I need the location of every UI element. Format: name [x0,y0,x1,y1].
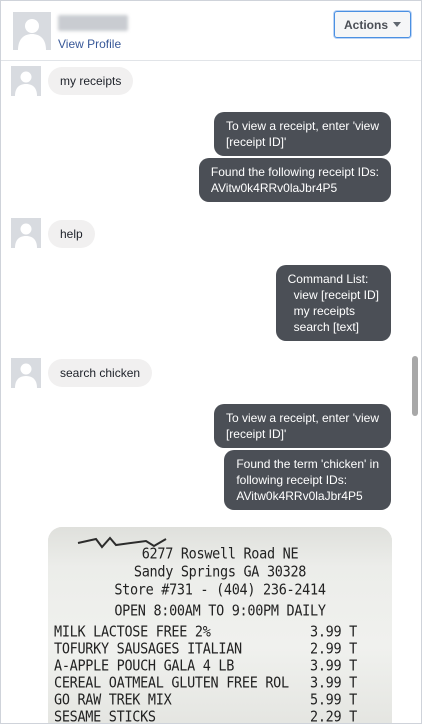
user-avatar [11,218,41,248]
message-list[interactable]: my receipts To view a receipt, enter 'vi… [1,61,411,724]
chevron-down-icon [393,22,401,27]
bot-message-line: AVitw0k4RRv0laJbr4P5 [236,489,363,503]
receipt-city: Sandy Springs GA 30328 [133,563,307,581]
receipt-item-price: 2.29 T [310,708,357,724]
bot-message-line: To view a receipt, enter 'view [225,119,379,133]
bot-message-line: To view a receipt, enter 'view [225,411,379,425]
receipt-image[interactable]: 6277 Roswell Road NE Sandy Springs GA 30… [48,527,392,724]
receipt-item-name: GO RAW TREK MIX [54,691,172,709]
receipt-item-name: MILK LACTOSE FREE 2% [54,623,211,641]
scrollbar-thumb[interactable] [412,356,418,416]
view-profile-link[interactable]: View Profile [58,37,121,51]
default-user-icon [11,66,41,96]
profile-avatar[interactable] [13,12,51,50]
receipt-item-name: CEREAL OATMEAL GLUTEN FREE ROL [54,674,289,692]
receipt-address: 6277 Roswell Road NE [141,545,299,563]
bot-message-line: view [receipt ID] [293,288,379,302]
bot-message-line: Found the following receipt IDs: [210,165,379,179]
receipt-store: Store #731 - (404) 236-2414 [114,581,326,599]
bot-message-line: [receipt ID]' [225,135,287,149]
user-avatar [11,66,41,96]
receipt-item-name: SESAME STICKS [54,708,156,724]
bot-message-line: [receipt ID]' [225,427,287,441]
actions-button[interactable]: Actions [334,11,411,38]
user-avatar [11,358,41,388]
bot-message: Command List: view [receipt ID] my recei… [275,265,391,341]
default-user-icon [11,218,41,248]
actions-button-label: Actions [343,17,388,32]
bot-message-line: AVitw0k4RRv0laJbr4P5 [210,181,338,195]
receipt-item-price: 3.99 T [310,657,357,675]
user-message: help [48,220,95,248]
receipt-hours: OPEN 8:00AM TO 9:00PM DAILY [114,602,326,620]
user-message: search chicken [48,359,153,387]
bot-message-line: search [text] [293,320,360,334]
chat-header: View Profile Actions [1,1,421,61]
bot-message-line: my receipts [293,304,355,318]
chat-window: View Profile Actions my receipts To view… [0,0,422,724]
default-user-icon [13,12,51,50]
bot-message: To view a receipt, enter 'view [receipt … [213,112,391,156]
receipt-item-price: 3.99 T [310,674,357,692]
bot-message: Found the term 'chicken' in following re… [224,450,391,510]
receipt-item-name: TOFURKY SAUSAGES ITALIAN [54,640,242,658]
profile-name-redacted [58,15,128,31]
user-message: my receipts [48,67,134,95]
receipt-item-price: 2.99 T [310,640,357,658]
bot-message: To view a receipt, enter 'view [receipt … [213,404,391,448]
bot-message: Found the following receipt IDs: AVitw0k… [198,158,391,202]
receipt-item-name: A-APPLE POUCH GALA 4 LB [54,657,235,675]
default-user-icon [11,358,41,388]
bot-message-line: Command List: [287,272,369,286]
receipt-item-price: 3.99 T [310,623,357,641]
bot-message-line: following receipt IDs: [236,473,348,487]
bot-message-line: Found the term 'chicken' in [236,457,379,471]
receipt-item-price: 5.99 T [310,691,357,709]
